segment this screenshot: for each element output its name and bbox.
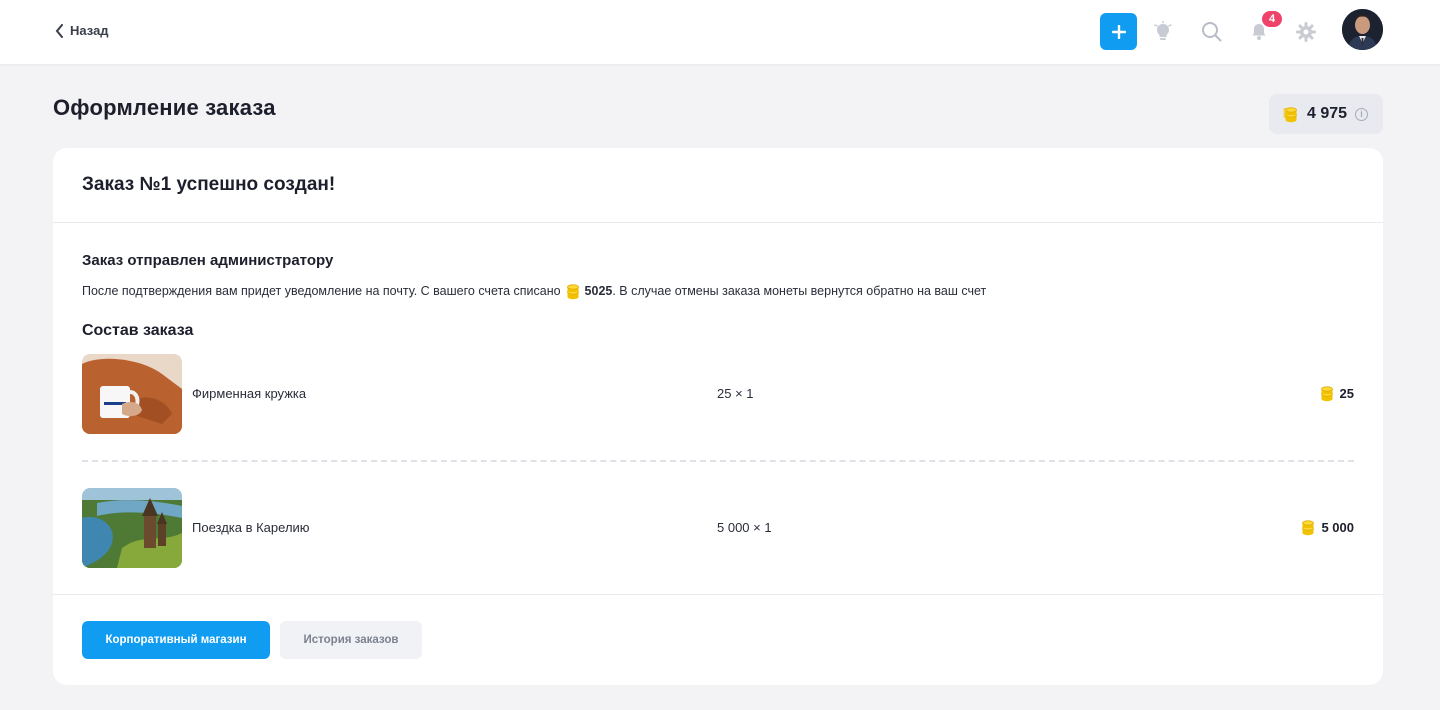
sent-text-after: . В случае отмены заказа монеты вернутся…	[612, 284, 987, 298]
avatar-image	[1342, 9, 1383, 50]
order-history-button[interactable]: История заказов	[280, 621, 422, 659]
corporate-shop-button[interactable]: Корпоративный магазин	[82, 621, 270, 659]
search-icon	[1202, 22, 1222, 42]
item-name: Фирменная кружка	[192, 386, 307, 401]
sent-title: Заказ отправлен администратору	[82, 252, 334, 269]
sent-text-before: После подтверждения вам придет уведомлен…	[82, 284, 561, 298]
coins-icon	[1283, 107, 1297, 123]
item-price: 25	[1319, 384, 1354, 402]
composition-title: Состав заказа	[82, 322, 194, 339]
order-item: Фирменная кружка 25 × 1 25	[82, 354, 1354, 434]
item-quantity: 5 000 × 1	[717, 520, 772, 535]
card-divider	[53, 594, 1383, 595]
settings-button[interactable]	[1294, 20, 1318, 44]
coins-icon	[566, 284, 579, 300]
gear-icon	[1296, 22, 1316, 42]
ideas-button[interactable]	[1151, 20, 1175, 44]
coins-icon	[1320, 386, 1333, 402]
order-success-title: Заказ №1 успешно создан!	[82, 174, 336, 195]
search-button[interactable]	[1200, 20, 1224, 44]
user-avatar[interactable]	[1342, 9, 1383, 50]
lightbulb-icon	[1154, 21, 1172, 40]
page-title: Оформление заказа	[53, 95, 276, 120]
balance-value: 4 975	[1307, 105, 1348, 122]
order-card: Заказ №1 успешно создан! Заказ отправлен…	[53, 148, 1383, 685]
sent-amount: 5025	[584, 284, 613, 298]
item-quantity: 25 × 1	[717, 386, 754, 401]
info-icon[interactable]: i	[1355, 107, 1369, 121]
item-name: Поездка в Карелию	[192, 520, 310, 535]
order-item: Поездка в Карелию 5 000 × 1 5 000	[82, 488, 1354, 568]
back-label: Назад	[70, 23, 109, 38]
item-separator	[82, 460, 1354, 462]
sent-description: После подтверждения вам придет уведомлен…	[82, 282, 986, 300]
plus-icon	[1111, 24, 1126, 39]
back-link[interactable]: Назад	[55, 23, 109, 38]
item-price: 5 000	[1300, 518, 1354, 536]
balance-widget: 4 975 i	[1269, 94, 1383, 134]
item-price-value: 5 000	[1321, 519, 1354, 535]
item-image	[82, 354, 182, 434]
item-price-value: 25	[1339, 385, 1354, 401]
coins-icon	[1302, 520, 1315, 536]
item-image	[82, 488, 182, 568]
card-divider	[53, 222, 1383, 223]
notifications-badge: 4	[1262, 11, 1282, 27]
top-bar: Назад 4	[0, 0, 1440, 64]
chevron-left-icon	[55, 23, 63, 38]
add-button[interactable]	[1100, 13, 1137, 50]
